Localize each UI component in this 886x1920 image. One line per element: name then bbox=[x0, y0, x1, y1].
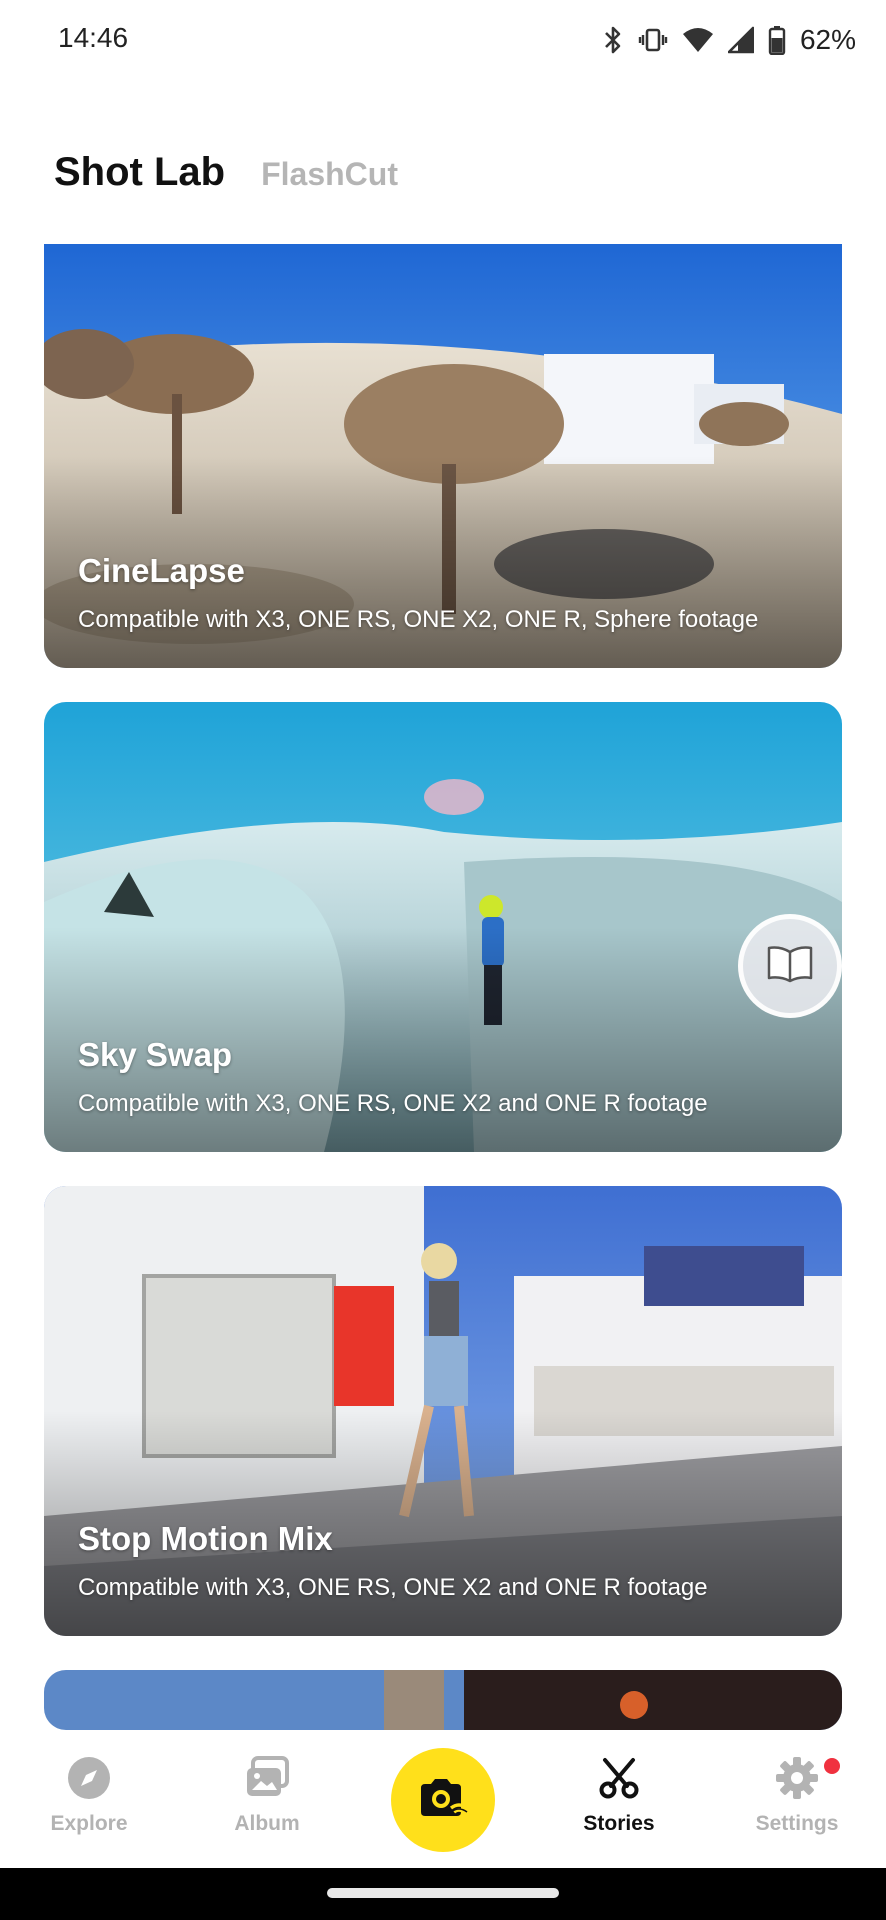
feature-card-sky-swap[interactable]: Sky Swap Compatible with X3, ONE RS, ONE… bbox=[44, 702, 842, 1152]
card-subtitle: Compatible with X3, ONE RS, ONE X2, ONE … bbox=[78, 606, 759, 633]
cell-signal-icon bbox=[727, 24, 754, 56]
battery-percent: 62% bbox=[799, 24, 856, 55]
card-subtitle: Compatible with X3, ONE RS, ONE X2 and O… bbox=[78, 1090, 708, 1117]
card-title: Stop Motion Mix bbox=[78, 1520, 333, 1557]
compass-icon bbox=[65, 1754, 113, 1802]
tutorial-button[interactable] bbox=[738, 914, 842, 1018]
nav-stories[interactable]: Stories bbox=[554, 1754, 684, 1836]
header-tabs: Shot Lab FlashCut bbox=[54, 150, 398, 195]
status-icons: 62% bbox=[602, 20, 856, 60]
tab-shot-lab[interactable]: Shot Lab bbox=[54, 150, 225, 195]
nav-label: Settings bbox=[755, 1812, 839, 1835]
status-time: 14:46 bbox=[58, 22, 129, 53]
card-title: CineLapse bbox=[78, 552, 245, 589]
nav-album[interactable]: Album bbox=[202, 1754, 332, 1836]
album-icon bbox=[243, 1754, 291, 1802]
card-title: Sky Swap bbox=[78, 1036, 233, 1073]
card-image bbox=[44, 1670, 842, 1730]
tab-flashcut[interactable]: FlashCut bbox=[261, 156, 398, 193]
gear-icon bbox=[773, 1754, 821, 1802]
battery-icon bbox=[768, 24, 786, 56]
scissors-icon bbox=[595, 1754, 643, 1802]
home-gesture-handle[interactable] bbox=[327, 1888, 559, 1898]
nav-label: Album bbox=[234, 1812, 300, 1835]
camera-button[interactable] bbox=[391, 1748, 495, 1852]
nav-explore[interactable]: Explore bbox=[24, 1754, 154, 1836]
camera-wifi-icon bbox=[417, 1776, 469, 1825]
nav-label: Stories bbox=[583, 1812, 655, 1835]
card-subtitle: Compatible with X3, ONE RS, ONE X2 and O… bbox=[78, 1574, 708, 1601]
feature-card-cinelapse[interactable]: CineLapse Compatible with X3, ONE RS, ON… bbox=[44, 244, 842, 668]
book-icon bbox=[766, 944, 814, 989]
feature-card-stop-motion-mix[interactable]: Stop Motion Mix Compatible with X3, ONE … bbox=[44, 1186, 842, 1636]
notification-dot bbox=[824, 1758, 840, 1774]
gesture-nav-area bbox=[0, 1868, 886, 1920]
bottom-nav: Explore Album Stories Settings bbox=[0, 1730, 886, 1868]
bluetooth-icon bbox=[602, 24, 624, 56]
vibrate-icon bbox=[638, 24, 668, 56]
status-bar: 14:46 62% bbox=[0, 0, 886, 80]
nav-label: Explore bbox=[50, 1812, 128, 1835]
feature-card-partial[interactable] bbox=[44, 1670, 842, 1730]
nav-settings[interactable]: Settings bbox=[732, 1754, 862, 1836]
wifi-icon bbox=[682, 24, 714, 56]
